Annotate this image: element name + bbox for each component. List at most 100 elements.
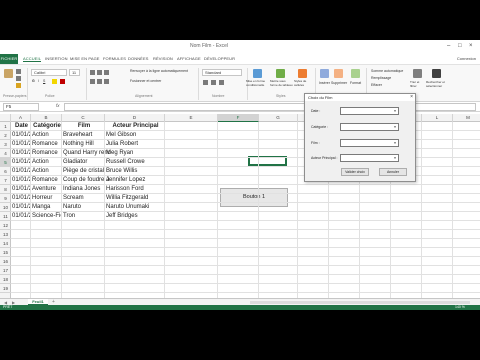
row-header-16[interactable]: 16: [0, 257, 11, 266]
minimize-icon[interactable]: –: [447, 43, 450, 49]
select-all-corner[interactable]: [0, 114, 11, 122]
chevron-down-icon[interactable]: ▾: [392, 155, 398, 161]
horizontal-scrollbar[interactable]: [250, 301, 470, 304]
valider-choix-button[interactable]: Valider choix: [341, 168, 369, 176]
column-header-m[interactable]: M: [453, 114, 480, 122]
row-header-18[interactable]: 18: [0, 275, 11, 284]
currency-icon[interactable]: [203, 80, 208, 85]
row-header-14[interactable]: 14: [0, 239, 11, 248]
sort-filter-button[interactable]: Trier et filtrer: [410, 80, 426, 88]
align-center-icon[interactable]: [97, 79, 102, 84]
sort-filter-icon[interactable]: [413, 69, 422, 78]
align-left-icon[interactable]: [90, 79, 95, 84]
row-header-15[interactable]: 15: [0, 248, 11, 257]
italic-icon[interactable]: I: [38, 79, 39, 83]
tab-formules[interactable]: FORMULES: [103, 56, 126, 61]
dialog-close-icon[interactable]: ×: [410, 94, 413, 101]
name-box[interactable]: F5: [3, 103, 39, 111]
row-header-4[interactable]: 4: [0, 149, 11, 158]
row-header-5[interactable]: 5: [0, 158, 11, 167]
tab-revision[interactable]: RÉVISION: [153, 56, 173, 61]
cut-icon[interactable]: [16, 69, 21, 74]
align-top-icon[interactable]: [90, 70, 95, 75]
row-header-6[interactable]: 6: [0, 167, 11, 176]
column-header-e[interactable]: E: [165, 114, 218, 122]
align-middle-icon[interactable]: [97, 70, 102, 75]
format-cells-button[interactable]: Format: [350, 81, 361, 85]
format-cells-icon[interactable]: [351, 69, 360, 78]
chevron-down-icon[interactable]: ▾: [392, 108, 398, 114]
date-combobox[interactable]: ▾: [340, 107, 399, 115]
fill-color-icon[interactable]: [52, 79, 57, 84]
conditional-format-button[interactable]: Mise en forme conditionnelle: [246, 79, 270, 87]
row-header-8[interactable]: 8: [0, 185, 11, 194]
fx-icon[interactable]: fx: [56, 103, 60, 108]
row-header-7[interactable]: 7: [0, 176, 11, 185]
insert-cells-button[interactable]: Insérer: [319, 81, 330, 85]
merge-center-button[interactable]: Fusionner et centrer: [130, 79, 161, 83]
column-header-c[interactable]: C: [62, 114, 105, 122]
row-header-2[interactable]: 2: [0, 131, 11, 140]
tab-insertion[interactable]: INSERTION: [45, 56, 68, 61]
annuler-button[interactable]: Annuler: [379, 168, 407, 176]
delete-cells-button[interactable]: Supprimer: [331, 81, 347, 85]
clear-button[interactable]: Effacer: [371, 83, 382, 87]
copy-icon[interactable]: [16, 76, 21, 81]
row-header-3[interactable]: 3: [0, 140, 11, 149]
cell-styles-button[interactable]: Styles de cellules: [294, 79, 312, 87]
insert-cells-icon[interactable]: [320, 69, 329, 78]
font-size-select[interactable]: 11: [69, 69, 80, 76]
column-header-a[interactable]: A: [11, 114, 31, 122]
acteur-combobox[interactable]: ▾: [340, 154, 399, 162]
format-table-icon[interactable]: [276, 69, 285, 78]
column-header-l[interactable]: L: [422, 114, 453, 122]
align-right-icon[interactable]: [104, 79, 109, 84]
tab-developpeur[interactable]: DÉVELOPPEUR: [204, 56, 235, 61]
font-color-icon[interactable]: [60, 79, 65, 84]
chevron-down-icon[interactable]: ▾: [392, 124, 398, 130]
close-icon[interactable]: ×: [469, 43, 473, 49]
delete-cells-icon[interactable]: [334, 69, 343, 78]
bouton-1-button[interactable]: Bouton 1: [220, 188, 288, 207]
zoom-level[interactable]: 140 %: [455, 305, 465, 310]
cell-styles-icon[interactable]: [298, 69, 307, 78]
column-header-b[interactable]: B: [31, 114, 62, 122]
comma-icon[interactable]: [219, 80, 224, 85]
row-header-1[interactable]: 1: [0, 122, 11, 131]
column-header-g[interactable]: G: [259, 114, 298, 122]
paste-icon[interactable]: [4, 69, 13, 78]
row-header-19[interactable]: 19: [0, 284, 11, 293]
row-header-10[interactable]: 10: [0, 203, 11, 212]
tab-mise-en-page[interactable]: MISE EN PAGE: [70, 56, 100, 61]
format-painter-icon[interactable]: [16, 83, 21, 88]
font-name-select[interactable]: Calibri: [31, 69, 67, 76]
column-header-f[interactable]: F: [218, 114, 259, 122]
autosum-button[interactable]: Somme automatique: [371, 69, 403, 73]
find-select-icon[interactable]: [432, 69, 441, 78]
row-header-12[interactable]: 12: [0, 221, 11, 230]
tab-affichage[interactable]: AFFICHAGE: [177, 56, 201, 61]
column-header-d[interactable]: D: [105, 114, 165, 122]
categorie-combobox[interactable]: ▾: [340, 123, 399, 131]
conditional-format-icon[interactable]: [253, 69, 262, 78]
bold-icon[interactable]: G: [32, 79, 35, 83]
row-header-11[interactable]: 11: [0, 212, 11, 221]
user-signin[interactable]: Connexion: [457, 56, 476, 61]
maximize-icon[interactable]: □: [458, 43, 462, 49]
row-header-9[interactable]: 9: [0, 194, 11, 203]
tab-accueil[interactable]: ACCUEIL: [23, 56, 42, 62]
row-header-13[interactable]: 13: [0, 230, 11, 239]
number-format-select[interactable]: Standard: [202, 69, 242, 76]
tab-fichier[interactable]: FICHIER: [0, 54, 18, 64]
underline-icon[interactable]: S: [43, 79, 45, 83]
film-combobox[interactable]: ▾: [340, 139, 399, 147]
row-header-17[interactable]: 17: [0, 266, 11, 275]
wrap-text-button[interactable]: Renvoyer à la ligne automatiquement: [130, 69, 188, 73]
tab-donnees[interactable]: DONNÉES: [128, 56, 148, 61]
fill-button[interactable]: Remplissage: [371, 76, 391, 80]
chevron-down-icon[interactable]: ▾: [392, 140, 398, 146]
format-table-button[interactable]: Mettre sous forme de tableau: [270, 79, 294, 87]
percent-icon[interactable]: [211, 80, 216, 85]
find-select-button[interactable]: Rechercher et sélectionner: [426, 80, 450, 88]
align-bottom-icon[interactable]: [104, 70, 109, 75]
